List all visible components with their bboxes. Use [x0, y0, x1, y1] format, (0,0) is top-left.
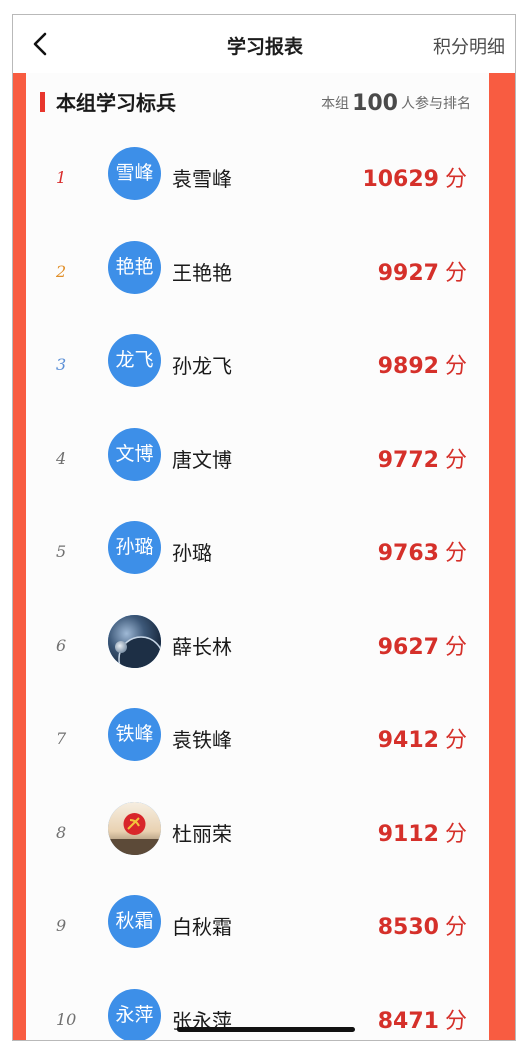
score: 8471 分	[378, 1003, 467, 1035]
score: 9112 分	[378, 816, 467, 848]
section-title: 本组学习标兵	[56, 91, 176, 115]
list-item[interactable]: 6 薛长林 9627 分	[26, 596, 489, 690]
rank-number: 8	[56, 822, 67, 842]
section-marker	[40, 92, 45, 112]
rank-number: 5	[56, 542, 67, 561]
score-unit: 分	[444, 1008, 467, 1034]
score-unit: 分	[444, 354, 467, 379]
score: 8530 分	[378, 909, 467, 941]
member-name: 白秋霜	[172, 915, 232, 939]
points-detail-link[interactable]: 积分明细	[433, 33, 505, 59]
list-item[interactable]: 1 雪峰 袁雪峰 10629 分	[26, 128, 489, 222]
score-value: 8471	[377, 1008, 439, 1034]
rank-number: 4	[56, 448, 67, 468]
rank-number: 10	[56, 1009, 77, 1029]
avatar: 铁峰	[108, 708, 161, 761]
rank-number: 7	[56, 729, 67, 748]
score: 9412 分	[378, 722, 467, 754]
nav-bar: 学习报表 积分明细	[13, 15, 515, 73]
score-unit: 分	[444, 821, 467, 847]
rank-number: 3	[56, 355, 67, 374]
avatar: 文博	[108, 427, 161, 481]
avatar: 龙飞	[108, 334, 161, 387]
score-unit: 分	[444, 447, 467, 473]
score: 9927 分	[378, 255, 467, 287]
section-header: 本组学习标兵 本组 100 人参与排名	[26, 85, 489, 121]
list-item[interactable]: 2 艳艳 王艳艳 9927 分	[26, 222, 489, 316]
list-item[interactable]: 3 龙飞 孙龙飞 9892 分	[26, 315, 489, 409]
list-item[interactable]: 7 铁峰 袁铁峰 9412 分	[26, 689, 489, 783]
score-value: 8530	[377, 915, 439, 940]
right-accent-strip	[489, 71, 515, 1040]
score-value: 9927	[377, 260, 439, 286]
list-item[interactable]: 4 文博 唐文博 9772 分	[26, 409, 489, 503]
participant-count: 本组 100 人参与排名	[321, 89, 471, 116]
avatar: 永萍	[108, 988, 161, 1040]
phone-screen: 学习报表 积分明细 本组学习标兵 本组 100 人参与排名 1 雪峰 袁雪峰 106…	[12, 14, 516, 1041]
score-unit: 分	[444, 541, 467, 566]
member-name: 袁雪峰	[172, 167, 232, 191]
score-unit: 分	[444, 260, 467, 286]
avatar: 孙璐	[108, 521, 161, 574]
member-name: 薛长林	[172, 634, 232, 659]
score: 10629 分	[362, 161, 467, 193]
score: 9772 分	[378, 442, 467, 474]
score-value: 9112	[377, 821, 439, 847]
member-name: 王艳艳	[172, 260, 232, 285]
score-value: 9763	[377, 541, 439, 566]
rank-number: 6	[56, 635, 67, 655]
ranking-card: 本组学习标兵 本组 100 人参与排名 1 雪峰 袁雪峰 10629 分 2 艳艳 王…	[26, 71, 489, 1040]
member-name: 袁铁峰	[172, 728, 232, 752]
member-name: 杜丽荣	[172, 821, 232, 846]
count-prefix: 本组	[321, 96, 350, 112]
member-name: 孙龙飞	[172, 354, 232, 378]
score: 9763 分	[378, 535, 467, 567]
score-unit: 分	[444, 728, 467, 753]
count-value: 100	[352, 91, 398, 116]
score-unit: 分	[444, 634, 467, 660]
score: 9627 分	[378, 629, 467, 661]
avatar: 雪峰	[108, 147, 161, 200]
planet-photo-avatar	[108, 614, 161, 668]
score-value: 9627	[377, 634, 439, 660]
score: 9892 分	[378, 348, 467, 380]
member-name: 唐文博	[172, 447, 232, 472]
score-unit: 分	[444, 915, 467, 940]
home-indicator[interactable]	[177, 1027, 355, 1032]
score-value: 9772	[377, 447, 439, 473]
list-item[interactable]: 9 秋霜 白秋霜 8530 分	[26, 876, 489, 970]
list-item[interactable]: 8 杜丽荣 9112 分	[26, 783, 489, 877]
party-emblem-photo-avatar	[108, 801, 161, 855]
avatar: 艳艳	[108, 240, 161, 294]
score-value: 9412	[377, 728, 439, 753]
member-name: 孙璐	[172, 541, 212, 565]
left-accent-strip	[13, 71, 26, 1040]
score-value: 10629	[362, 167, 439, 192]
avatar: 秋霜	[108, 895, 161, 948]
score-value: 9892	[377, 354, 439, 379]
rank-number: 2	[56, 261, 67, 281]
ranking-list: 1 雪峰 袁雪峰 10629 分 2 艳艳 王艳艳 9927 分 3 龙飞 孙龙飞 …	[26, 128, 489, 1040]
count-suffix: 人参与排名	[401, 96, 471, 112]
score-unit: 分	[444, 167, 467, 192]
rank-number: 9	[56, 916, 67, 935]
list-item[interactable]: 5 孙璐 孙璐 9763 分	[26, 502, 489, 596]
rank-number: 1	[56, 168, 67, 187]
